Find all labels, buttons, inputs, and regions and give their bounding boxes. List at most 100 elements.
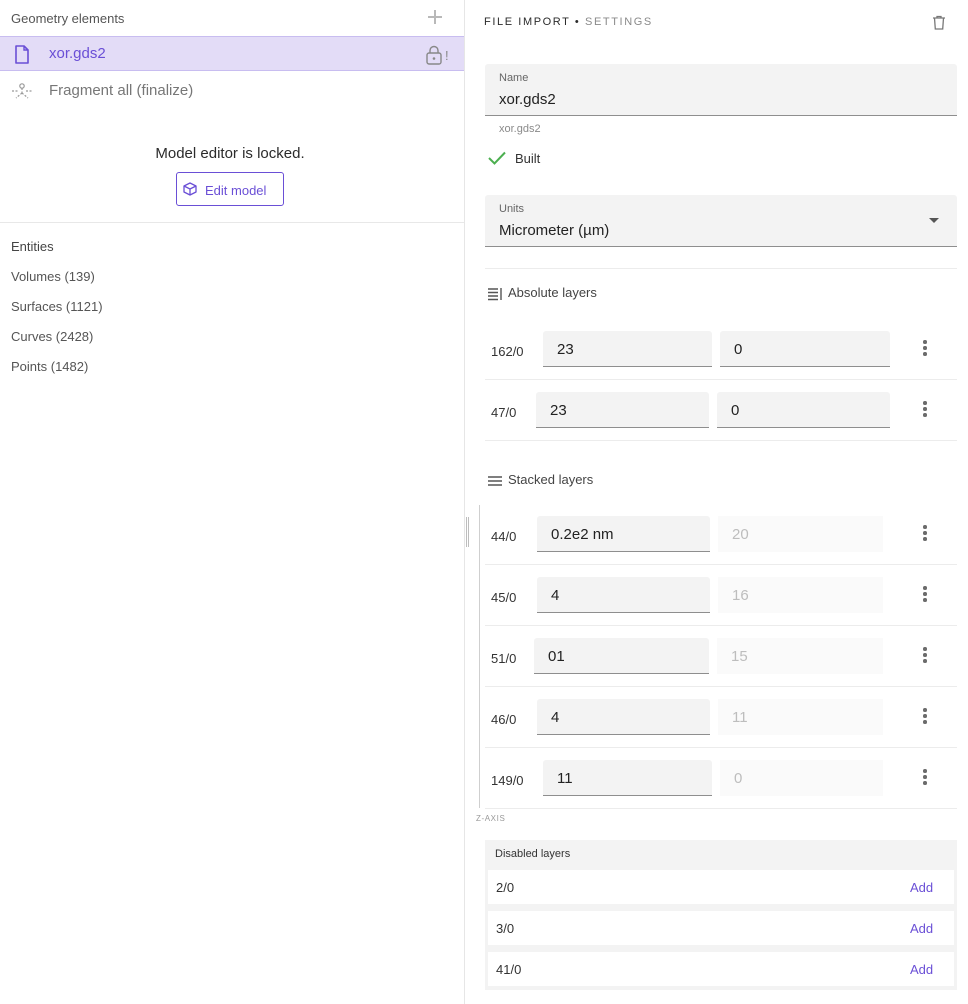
cube-icon xyxy=(183,182,197,196)
plus-icon[interactable] xyxy=(426,8,444,26)
more-vert-icon[interactable] xyxy=(921,647,929,665)
layer-z-value: 0 xyxy=(734,341,743,358)
name-hint: xor.gds2 xyxy=(499,123,541,135)
edit-model-label: Edit model xyxy=(205,183,267,198)
z-axis-line xyxy=(479,505,480,808)
layer-z-readonly: 15 xyxy=(717,638,883,674)
disabled-layers-title: Disabled layers xyxy=(495,848,571,860)
layer-thickness-input[interactable]: 4 xyxy=(537,699,710,735)
layer-thickness-input[interactable]: 11 xyxy=(543,760,712,796)
z-axis-label: Z-AXIS xyxy=(476,814,506,823)
entities-title: Entities xyxy=(11,239,54,254)
layer-z-value: 15 xyxy=(731,648,748,665)
name-input-value: xor.gds2 xyxy=(499,91,556,108)
more-vert-icon[interactable] xyxy=(921,769,929,787)
absolute-layer-row: 162/0 23 0 xyxy=(485,320,957,380)
settings-title-separator: • xyxy=(574,16,581,28)
settings-title-sub: SETTINGS xyxy=(585,16,653,28)
units-select-value: Micrometer (µm) xyxy=(499,222,610,239)
name-input[interactable]: Name xor.gds2 xyxy=(485,64,957,116)
entity-item-curves[interactable]: Curves (2428) xyxy=(11,329,103,359)
layer-thickness-input[interactable]: 23 xyxy=(536,392,709,428)
units-select[interactable]: Units Micrometer (µm) xyxy=(485,195,957,247)
more-vert-icon[interactable] xyxy=(921,401,929,419)
stacked-layer-row: 45/0 4 16 xyxy=(485,566,957,626)
lock-icon[interactable]: ! xyxy=(426,45,452,65)
layer-z-value: 20 xyxy=(732,526,749,543)
layer-id: 45/0 xyxy=(491,590,517,605)
layer-z-value: 0 xyxy=(734,770,743,787)
lock-badge: ! xyxy=(445,48,449,63)
layer-z-readonly: 16 xyxy=(718,577,883,613)
divider xyxy=(485,268,957,269)
stacked-layers-icon xyxy=(488,476,502,486)
layer-z-readonly: 11 xyxy=(718,699,883,735)
geometry-item-fragment-label: Fragment all (finalize) xyxy=(49,82,194,99)
name-input-label: Name xyxy=(499,72,529,84)
entity-item-surfaces[interactable]: Surfaces (1121) xyxy=(11,299,103,329)
layer-thickness-value: 0.2e2 nm xyxy=(551,526,614,543)
entity-item-points[interactable]: Points (1482) xyxy=(11,359,103,389)
absolute-layers-title: Absolute layers xyxy=(508,285,597,300)
trash-icon[interactable] xyxy=(932,15,946,30)
add-layer-button[interactable]: Add xyxy=(910,921,933,936)
layer-z-readonly: 0 xyxy=(720,760,883,796)
disabled-layer-row: 2/0 Add xyxy=(488,870,954,904)
layer-id: 46/0 xyxy=(491,712,517,727)
disabled-layer-id: 3/0 xyxy=(496,921,515,936)
disabled-layer-id: 41/0 xyxy=(496,962,522,977)
layer-z-input[interactable]: 0 xyxy=(717,392,890,428)
more-vert-icon[interactable] xyxy=(921,525,929,543)
stacked-layers-title: Stacked layers xyxy=(508,472,594,487)
layer-thickness-value: 4 xyxy=(551,709,560,726)
absolute-layer-row: 47/0 23 0 xyxy=(485,381,957,441)
status-text: Built xyxy=(515,151,541,166)
layer-thickness-input[interactable]: 0.2e2 nm xyxy=(537,516,710,552)
layer-id: 162/0 xyxy=(491,344,524,359)
dropdown-arrow-icon xyxy=(929,218,939,223)
more-vert-icon[interactable] xyxy=(921,586,929,604)
absolute-layers-icon xyxy=(488,288,502,301)
disabled-layer-row: 41/0 Add xyxy=(488,952,954,986)
stacked-layer-row: 46/0 4 11 xyxy=(485,688,957,748)
layer-thickness-value: 23 xyxy=(550,402,567,419)
disabled-layer-row: 3/0 Add xyxy=(488,911,954,945)
layer-z-value: 16 xyxy=(732,587,749,604)
entity-item-volumes[interactable]: Volumes (139) xyxy=(11,269,103,299)
divider xyxy=(0,222,464,223)
layer-id: 47/0 xyxy=(491,405,517,420)
disabled-layers-box: Disabled layers 2/0 Add 3/0 Add 41/0 Add xyxy=(485,840,957,990)
more-vert-icon[interactable] xyxy=(921,708,929,726)
file-icon xyxy=(15,45,29,64)
layer-thickness-input[interactable]: 23 xyxy=(543,331,712,367)
disabled-layer-id: 2/0 xyxy=(496,880,515,895)
entity-list: Volumes (139) Surfaces (1121) Curves (24… xyxy=(11,269,103,389)
add-layer-button[interactable]: Add xyxy=(910,880,933,895)
geometry-panel: Geometry elements xor.gds2 ! Fragment al… xyxy=(0,0,464,1004)
geometry-header-title: Geometry elements xyxy=(11,11,125,26)
layer-z-input[interactable]: 0 xyxy=(720,331,890,367)
layer-thickness-input[interactable]: 01 xyxy=(534,638,709,674)
layer-id: 44/0 xyxy=(491,529,517,544)
settings-title: FILE IMPORT • SETTINGS xyxy=(484,16,653,28)
check-icon xyxy=(488,151,506,165)
settings-panel: FILE IMPORT • SETTINGS Name xor.gds2 xor… xyxy=(465,0,968,1004)
layer-thickness-input[interactable]: 4 xyxy=(537,577,710,613)
stacked-layer-row: 51/0 01 15 xyxy=(485,627,957,687)
geometry-header: Geometry elements xyxy=(0,0,464,36)
geometry-item-file-name: xor.gds2 xyxy=(49,45,106,62)
layer-thickness-value: 4 xyxy=(551,587,560,604)
layer-z-readonly: 20 xyxy=(718,516,883,552)
layer-id: 51/0 xyxy=(491,651,517,666)
layer-z-value: 11 xyxy=(732,709,748,726)
stacked-layer-row: 149/0 11 0 xyxy=(485,749,957,809)
more-vert-icon[interactable] xyxy=(921,340,929,358)
layer-thickness-value: 11 xyxy=(557,770,573,787)
geometry-item-file[interactable]: xor.gds2 ! xyxy=(0,36,464,71)
units-select-label: Units xyxy=(499,203,525,215)
add-layer-button[interactable]: Add xyxy=(910,962,933,977)
layer-z-value: 0 xyxy=(731,402,740,419)
edit-model-button[interactable]: Edit model xyxy=(176,172,284,206)
geometry-item-fragment[interactable]: Fragment all (finalize) xyxy=(0,74,464,108)
layer-id: 149/0 xyxy=(491,773,524,788)
